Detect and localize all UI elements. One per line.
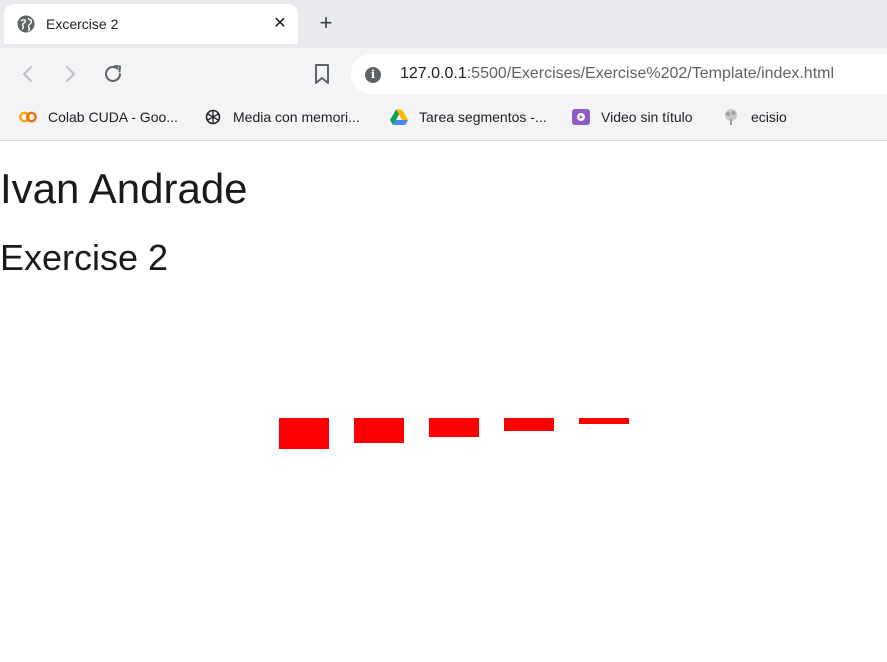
new-tab-button[interactable]: + [314, 12, 338, 36]
browser-tab[interactable]: Excercise 2 ✕ [4, 4, 298, 44]
tree-icon [725, 109, 737, 125]
exercise-heading: Exercise 2 [0, 237, 169, 278]
page-title: Ivan Andrade [0, 165, 248, 212]
tab-strip: Excercise 2 ✕ + [0, 0, 887, 48]
video-icon [572, 109, 590, 125]
bookmark-label: Tarea segmentos -... [419, 109, 547, 125]
tab-title: Excercise 2 [46, 16, 119, 32]
bookmark-label: ecisio [751, 109, 787, 125]
red-bar [429, 418, 479, 437]
info-icon[interactable]: i [365, 67, 381, 83]
bookmark-icon[interactable] [311, 62, 333, 86]
url-text: 127.0.0.1:5500/Exercises/Exercise%202/Te… [400, 64, 834, 84]
reload-icon[interactable] [101, 62, 125, 86]
forward-icon[interactable] [58, 62, 82, 86]
back-icon[interactable] [16, 62, 40, 86]
openai-icon [205, 109, 221, 125]
close-tab-button[interactable]: ✕ [270, 14, 290, 34]
globe-icon [17, 15, 35, 33]
bookmark-label: Colab CUDA - Goo... [48, 109, 178, 125]
bookmark-label: Video sin título [601, 109, 693, 125]
address-bar[interactable]: i 127.0.0.1:5500/Exercises/Exercise%202/… [351, 54, 887, 94]
bookmarks-bar: Colab CUDA - Goo... Media con memori... … [0, 100, 887, 141]
red-bar [504, 418, 554, 431]
red-bar [279, 418, 329, 449]
browser-toolbar: i 127.0.0.1:5500/Exercises/Exercise%202/… [0, 48, 887, 100]
page-content: Ivan Andrade Exercise 2 [0, 141, 887, 662]
url-host: 127.0.0.1 [400, 65, 467, 82]
url-path: :5500/Exercises/Exercise%202/Template/in… [466, 65, 835, 82]
bookmark-label: Media con memori... [233, 109, 360, 125]
red-bar [354, 418, 404, 443]
bar-row [279, 418, 639, 458]
colab-icon [19, 111, 37, 123]
red-bar [579, 418, 629, 424]
google-drive-icon [390, 109, 408, 125]
